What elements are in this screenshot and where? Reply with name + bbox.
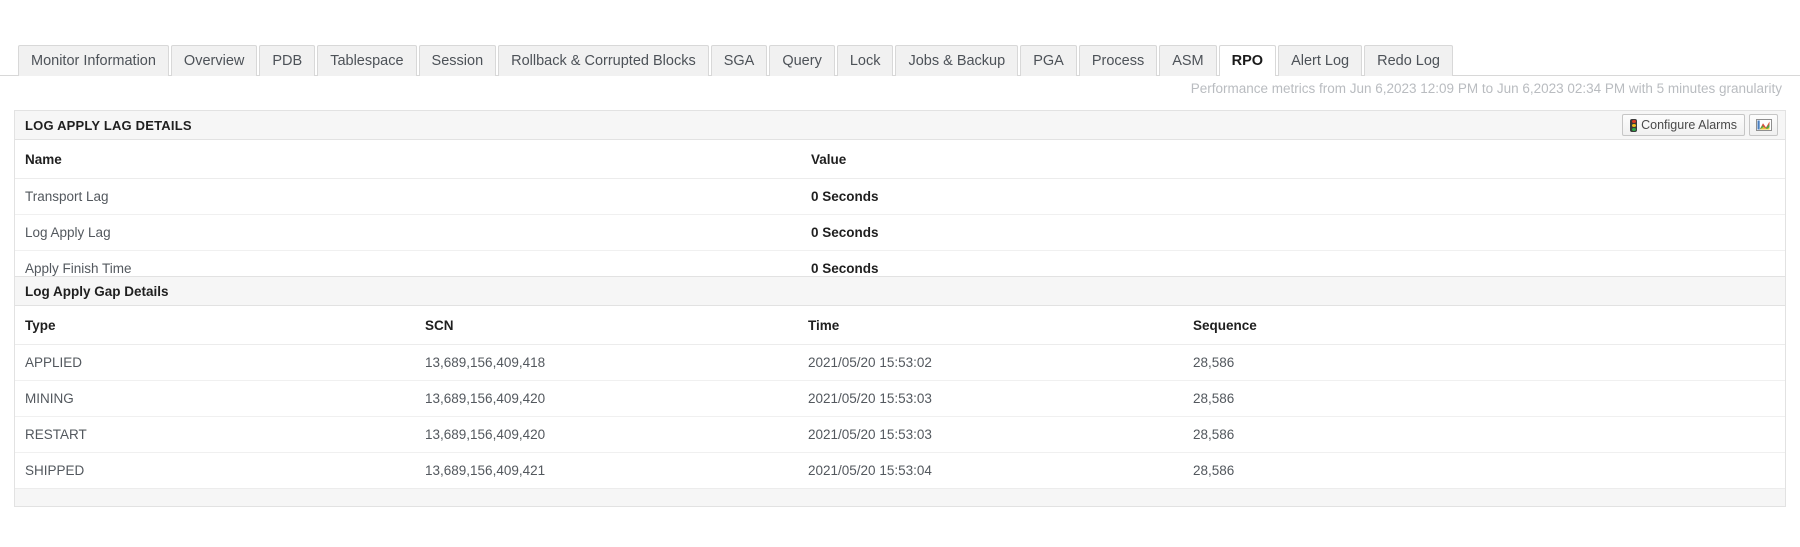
lag-cell-value: 0 Seconds (801, 178, 1785, 215)
gap-cell-scn: 13,689,156,409,418 (415, 344, 798, 381)
tab-redo-log[interactable]: Redo Log (1364, 45, 1453, 76)
chart-icon (1755, 119, 1772, 131)
tab-alert-log[interactable]: Alert Log (1278, 45, 1363, 76)
gap-col-type[interactable]: Type (15, 306, 415, 345)
table-row: RESTART 13,689,156,409,420 2021/05/20 15:5… (15, 416, 1785, 453)
chart-view-button[interactable] (1749, 114, 1778, 136)
gap-cell-time: 2021/05/20 15:53:03 (798, 380, 1183, 417)
lag-cell-value: 0 Seconds (801, 214, 1785, 251)
gap-cell-sequence: 28,586 (1193, 463, 1235, 478)
table-row: SHIPPED 13,689,156,409,421 2021/05/20 15:5… (15, 453, 1785, 489)
gap-cell-scn: 13,689,156,409,420 (415, 380, 798, 417)
gap-panel-title: Log Apply Gap Details (25, 283, 169, 299)
performance-metrics-note: Performance metrics from Jun 6,2023 12:0… (1190, 81, 1782, 96)
gap-cell-sequence: 28,586 (1183, 380, 1785, 417)
tab-overview[interactable]: Overview (170, 45, 258, 76)
table-row: APPLIED 13,689,156,409,418 2021/05/20 15:5… (15, 344, 1785, 381)
rpo-page: Monitor Information Overview PDB Tablespace… (0, 0, 1800, 547)
lag-cell-name: Transport Lag (15, 178, 801, 215)
gap-cell-type: SHIPPED (25, 463, 85, 478)
gap-cell-sequence: 28,586 (1183, 416, 1785, 453)
lag-table-header-row: Name Value (15, 140, 1785, 179)
gap-panel-header: Log Apply Gap Details (15, 277, 1785, 306)
tab-pdb[interactable]: PDB (259, 45, 316, 76)
tab-pga[interactable]: PGA (1020, 45, 1077, 76)
tab-jobs-backup[interactable]: Jobs & Backup (895, 45, 1019, 76)
tab-rollback-corrupted-blocks[interactable]: Rollback & Corrupted Blocks (498, 45, 709, 76)
gap-cell-time: 2021/05/20 15:53:03 (798, 416, 1183, 453)
tab-asm[interactable]: ASM (1159, 45, 1217, 76)
gap-cell-type: RESTART (15, 416, 415, 453)
gap-table-footer (15, 488, 1785, 506)
lag-panel-header: LOG APPLY LAG DETAILS Configure Alarms (15, 111, 1785, 140)
traffic-light-icon (1630, 118, 1638, 132)
configure-alarms-button[interactable]: Configure Alarms (1622, 114, 1745, 136)
gap-cell-time: 2021/05/20 15:53:04 (808, 463, 932, 478)
gap-cell-scn: 13,689,156,409,421 (425, 463, 546, 478)
log-apply-lag-table: Name Value Transport Lag 0 Seconds Log App… (15, 140, 1785, 286)
gap-col-time[interactable]: Time (798, 306, 1183, 345)
tab-lock[interactable]: Lock (836, 45, 894, 76)
table-row: Transport Lag 0 Seconds (15, 178, 1785, 215)
gap-cell-time: 2021/05/20 15:53:02 (798, 344, 1183, 381)
tab-process[interactable]: Process (1078, 45, 1158, 76)
gap-col-sequence[interactable]: Sequence (1183, 306, 1785, 345)
log-apply-lag-details-panel: LOG APPLY LAG DETAILS Configure Alarms N… (14, 110, 1786, 287)
tab-rpo[interactable]: RPO (1218, 45, 1277, 77)
gap-table-header-row: Type SCN Time Sequence (15, 306, 1785, 345)
lag-cell-name: Log Apply Lag (15, 214, 801, 251)
gap-cell-type: APPLIED (15, 344, 415, 381)
tab-query[interactable]: Query (769, 45, 835, 76)
tab-session[interactable]: Session (418, 45, 497, 76)
lag-panel-title: LOG APPLY LAG DETAILS (25, 117, 192, 133)
table-row: MINING 13,689,156,409,420 2021/05/20 15:53… (15, 380, 1785, 417)
gap-cell-sequence: 28,586 (1183, 344, 1785, 381)
tab-tablespace[interactable]: Tablespace (317, 45, 417, 76)
gap-cell-scn: 13,689,156,409,420 (415, 416, 798, 453)
lag-panel-actions: Configure Alarms (1622, 114, 1778, 136)
configure-alarms-label: Configure Alarms (1641, 118, 1737, 132)
tab-monitor-information[interactable]: Monitor Information (18, 45, 169, 76)
lag-col-name[interactable]: Name (15, 140, 801, 179)
lag-col-value[interactable]: Value (801, 140, 1785, 179)
tab-sga[interactable]: SGA (710, 45, 768, 76)
log-apply-gap-details-panel: Log Apply Gap Details Type SCN Time Sequ… (14, 276, 1786, 507)
gap-col-scn[interactable]: SCN (415, 306, 798, 345)
table-row: Log Apply Lag 0 Seconds (15, 214, 1785, 251)
log-apply-gap-table: Type SCN Time Sequence APPLIED 13,689,156… (15, 306, 1785, 488)
gap-cell-type: MINING (15, 380, 415, 417)
tab-bar: Monitor Information Overview PDB Tablespace… (0, 0, 1800, 77)
